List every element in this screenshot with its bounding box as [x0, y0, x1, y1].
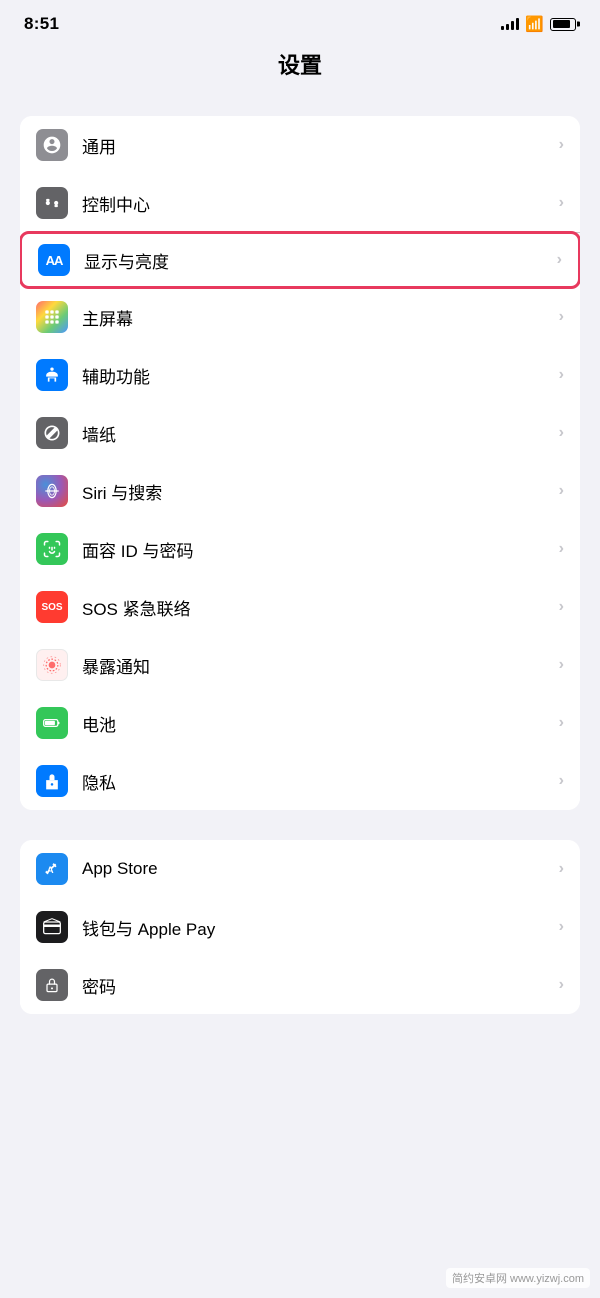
home-screen-label: 主屏幕 [82, 305, 559, 330]
settings-item-sos[interactable]: SOS SOS 紧急联络 › [20, 578, 580, 636]
wallpaper-icon [36, 417, 68, 449]
accessibility-label: 辅助功能 [82, 363, 559, 388]
home-screen-icon [36, 301, 68, 333]
wifi-icon: 📶 [525, 15, 544, 33]
accessibility-icon [36, 359, 68, 391]
wallpaper-label: 墙纸 [82, 421, 559, 446]
sos-chevron: › [559, 598, 564, 616]
control-center-label: 控制中心 [82, 191, 559, 216]
appstore-label: App Store [82, 859, 559, 879]
wallpaper-chevron: › [559, 424, 564, 442]
privacy-chevron: › [559, 772, 564, 790]
home-screen-chevron: › [559, 308, 564, 326]
signal-icon [501, 18, 519, 30]
settings-item-faceid[interactable]: 面容 ID 与密码 › [20, 520, 580, 578]
settings-item-appstore[interactable]: A App Store › [20, 840, 580, 898]
wallet-icon [36, 911, 68, 943]
wallet-chevron: › [559, 918, 564, 936]
status-icons: 📶 [501, 15, 576, 33]
privacy-icon [36, 765, 68, 797]
siri-label: Siri 与搜索 [82, 479, 559, 504]
general-label: 通用 [82, 133, 559, 158]
faceid-label: 面容 ID 与密码 [82, 537, 559, 562]
settings-item-siri[interactable]: Siri 与搜索 › [20, 462, 580, 520]
control-center-chevron: › [559, 194, 564, 212]
settings-item-wallet[interactable]: 钱包与 Apple Pay › [20, 898, 580, 956]
control-center-icon [36, 187, 68, 219]
settings-group-2: A App Store › 钱包与 Apple Pay › 密码 › [20, 840, 580, 1014]
accessibility-chevron: › [559, 366, 564, 384]
password-label: 密码 [82, 973, 559, 998]
password-chevron: › [559, 976, 564, 994]
siri-icon [36, 475, 68, 507]
exposure-icon [36, 649, 68, 681]
general-icon [36, 129, 68, 161]
battery-status-icon [550, 18, 576, 31]
appstore-icon: A [36, 853, 68, 885]
settings-item-general[interactable]: 通用 › [20, 116, 580, 174]
general-chevron: › [559, 136, 564, 154]
settings-item-battery[interactable]: 电池 › [20, 694, 580, 752]
display-icon: AA [38, 244, 70, 276]
settings-item-wallpaper[interactable]: 墙纸 › [20, 404, 580, 462]
exposure-chevron: › [559, 656, 564, 674]
siri-chevron: › [559, 482, 564, 500]
sos-label: SOS 紧急联络 [82, 595, 559, 620]
watermark: 简约安卓网 www.yizwj.com [446, 1268, 590, 1288]
svg-text:A: A [47, 865, 54, 875]
status-time: 8:51 [24, 14, 59, 34]
settings-item-control-center[interactable]: 控制中心 › [20, 174, 580, 232]
settings-item-privacy[interactable]: 隐私 › [20, 752, 580, 810]
settings-group-1: 通用 › 控制中心 › AA 显示与亮度 › [20, 116, 580, 810]
display-chevron: › [557, 251, 562, 269]
wallet-label: 钱包与 Apple Pay [82, 915, 559, 940]
settings-item-display[interactable]: AA 显示与亮度 › [20, 231, 580, 289]
sos-icon: SOS [36, 591, 68, 623]
appstore-chevron: › [559, 860, 564, 878]
settings-item-accessibility[interactable]: 辅助功能 › [20, 346, 580, 404]
display-label: 显示与亮度 [84, 248, 557, 273]
faceid-icon [36, 533, 68, 565]
settings-item-exposure[interactable]: 暴露通知 › [20, 636, 580, 694]
settings-item-home-screen[interactable]: 主屏幕 › [20, 288, 580, 346]
status-bar: 8:51 📶 [0, 0, 600, 40]
password-icon [36, 969, 68, 1001]
settings-item-password[interactable]: 密码 › [20, 956, 580, 1014]
page-title: 设置 [0, 40, 600, 96]
faceid-chevron: › [559, 540, 564, 558]
battery-label: 电池 [82, 711, 559, 736]
battery-icon [36, 707, 68, 739]
exposure-label: 暴露通知 [82, 653, 559, 678]
privacy-label: 隐私 [82, 769, 559, 794]
battery-chevron: › [559, 714, 564, 732]
